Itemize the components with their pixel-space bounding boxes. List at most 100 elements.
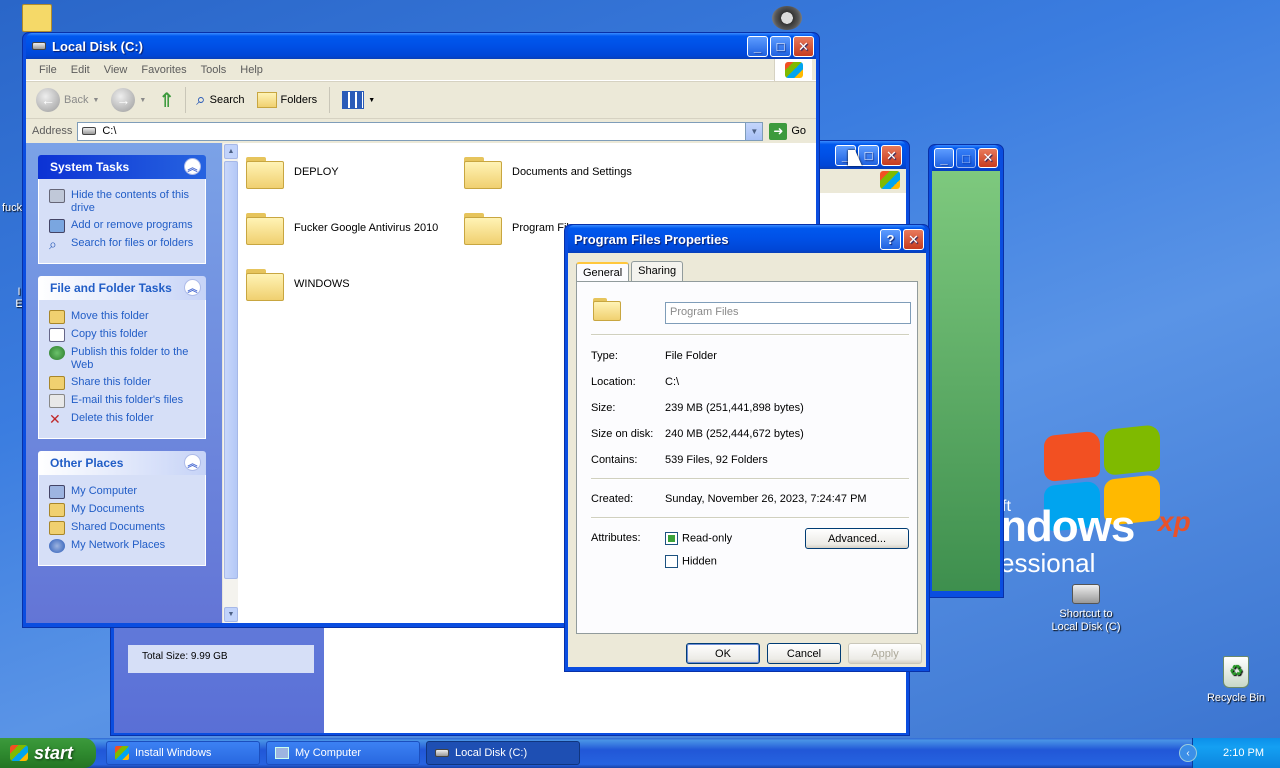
task-label: Hide the contents of this drive xyxy=(71,189,190,214)
desktop-icon-raccoon[interactable] xyxy=(772,6,802,30)
properties-titlebar[interactable]: Program Files Properties ? ✕ xyxy=(568,225,926,253)
menu-help[interactable]: Help xyxy=(233,64,270,76)
close-button[interactable]: ✕ xyxy=(903,229,924,250)
clock[interactable]: 2:10 PM xyxy=(1223,747,1264,759)
search-button[interactable]: ⌕ Search xyxy=(192,88,248,112)
task-add-remove-programs[interactable]: Add or remove programs xyxy=(49,219,199,233)
back-label: Back xyxy=(64,94,89,106)
menu-edit[interactable]: Edit xyxy=(64,64,97,76)
windows-logo-icon xyxy=(774,59,812,81)
taskpane-scrollbar[interactable]: ▲ ▼ xyxy=(222,143,238,623)
scroll-up-icon[interactable]: ▲ xyxy=(224,144,238,159)
menu-tools[interactable]: Tools xyxy=(194,64,234,76)
address-bar: Address C:\ ▼ ➜ Go xyxy=(26,119,816,143)
background-window-install-windows[interactable]: _ □ ✕ xyxy=(928,144,1004,598)
task-publish-web[interactable]: Publish this folder to the Web xyxy=(49,346,199,372)
address-input[interactable]: C:\ ▼ xyxy=(77,121,764,141)
tab-general[interactable]: General xyxy=(576,262,630,282)
place-label: My Computer xyxy=(71,485,138,497)
task-email-files[interactable]: E-mail this folder's files xyxy=(49,394,199,408)
desktop-icon-partial[interactable] xyxy=(22,4,52,32)
menu-favorites[interactable]: Favorites xyxy=(134,64,193,76)
back-button[interactable]: ← Back ▼ xyxy=(32,86,103,114)
ok-button[interactable]: OK xyxy=(686,643,760,664)
task-hide-contents[interactable]: Hide the contents of this drive xyxy=(49,189,199,215)
maximize-button[interactable]: □ xyxy=(770,36,791,57)
close-button[interactable]: ✕ xyxy=(793,36,814,57)
windows-flag-icon xyxy=(10,745,28,761)
hidden-checkbox[interactable]: Hidden xyxy=(665,555,717,568)
start-label: start xyxy=(34,742,74,763)
menubar: File Edit View Favorites Tools Help xyxy=(26,59,816,81)
folder-icon xyxy=(464,211,502,245)
explorer-titlebar[interactable]: Local Disk (C:) _ □ ✕ xyxy=(26,33,816,59)
folder-label: Documents and Settings xyxy=(512,166,632,178)
close-button[interactable]: ✕ xyxy=(978,148,998,168)
desktop-icon-local-disk-shortcut[interactable]: Shortcut to Local Disk (C) xyxy=(1046,584,1126,634)
task-delete-folder[interactable]: ✕ Delete this folder xyxy=(49,412,199,426)
minimize-button[interactable]: _ xyxy=(747,36,768,57)
folder-label: Program Fil xyxy=(512,222,569,234)
folder-name-input[interactable]: Program Files xyxy=(665,302,911,324)
task-move-folder[interactable]: Move this folder xyxy=(49,310,199,324)
folder-item[interactable]: DEPLOY xyxy=(246,155,339,189)
menu-view[interactable]: View xyxy=(97,64,135,76)
views-button[interactable]: ▼ xyxy=(338,89,379,111)
task-search-files[interactable]: ⌕ Search for files or folders xyxy=(49,237,199,251)
help-button[interactable]: ? xyxy=(880,229,901,250)
wallpaper-logo: ft ndows xp essional xyxy=(1000,420,1260,600)
readonly-checkbox[interactable]: Read-only xyxy=(665,532,732,545)
go-label: Go xyxy=(791,125,807,137)
properties-dialog[interactable]: Program Files Properties ? ✕ General Sha… xyxy=(564,224,930,672)
collapse-chevron-icon[interactable]: ︽ xyxy=(184,158,201,175)
close-button[interactable]: ✕ xyxy=(881,145,902,166)
dialog-tabs: General Sharing xyxy=(568,253,926,282)
general-pane: Program Files Type: File Folder Location… xyxy=(576,281,918,634)
menu-file[interactable]: File xyxy=(32,64,64,76)
folders-button[interactable]: Folders xyxy=(253,90,322,110)
up-folder-button[interactable]: ⇑ xyxy=(154,86,179,115)
apply-button[interactable]: Apply xyxy=(848,643,922,664)
folder-item[interactable]: WINDOWS xyxy=(246,267,350,301)
start-button[interactable]: start xyxy=(0,738,96,768)
folder-item[interactable]: Documents and Settings xyxy=(464,155,632,189)
forward-button[interactable]: → ▼ xyxy=(107,86,150,114)
task-local-disk[interactable]: Local Disk (C:) xyxy=(426,741,580,765)
place-my-computer[interactable]: My Computer xyxy=(49,485,199,499)
collapse-chevron-icon[interactable]: ︽ xyxy=(184,454,201,471)
place-shared-documents[interactable]: Shared Documents xyxy=(49,521,199,535)
other-places-title: Other Places xyxy=(50,456,124,470)
go-button[interactable]: ➜ Go xyxy=(769,122,807,140)
task-install-windows[interactable]: Install Windows xyxy=(106,741,260,765)
system-tray: ‹ 2:10 PM xyxy=(1179,738,1280,768)
task-label: E-mail this folder's files xyxy=(71,394,184,406)
address-dropdown-icon[interactable]: ▼ xyxy=(745,122,763,140)
desktop-icon-recycle-bin[interactable]: ♻ Recycle Bin xyxy=(1200,656,1272,704)
folder-item[interactable]: Program Fil xyxy=(464,211,569,245)
scroll-down-icon[interactable]: ▼ xyxy=(224,607,238,622)
tray-expand-icon[interactable]: ‹ xyxy=(1179,744,1197,762)
place-my-documents[interactable]: My Documents xyxy=(49,503,199,517)
advanced-button[interactable]: Advanced... xyxy=(805,528,909,549)
shared-documents-icon xyxy=(49,521,65,535)
address-value: C:\ xyxy=(102,125,117,137)
task-share-folder[interactable]: Share this folder xyxy=(49,376,199,390)
task-my-computer[interactable]: My Computer xyxy=(266,741,420,765)
minimize-button[interactable]: _ xyxy=(934,148,954,168)
dialog-buttons: OK Cancel Apply xyxy=(568,634,926,678)
logo-main-text: ndows xyxy=(1000,502,1135,551)
file-tasks-list: Move this folder Copy this folder Publis… xyxy=(38,300,206,439)
collapse-chevron-icon[interactable]: ︽ xyxy=(184,279,201,296)
place-my-network[interactable]: My Network Places xyxy=(49,539,199,553)
toolbar-separator xyxy=(329,87,331,113)
system-tasks-header[interactable]: System Tasks ︽ xyxy=(38,155,206,179)
task-copy-folder[interactable]: Copy this folder xyxy=(49,328,199,342)
cancel-button[interactable]: Cancel xyxy=(767,643,841,664)
tab-sharing[interactable]: Sharing xyxy=(631,261,684,281)
file-folder-tasks-header[interactable]: File and Folder Tasks ︽ xyxy=(38,276,206,300)
other-places-header[interactable]: Other Places ︽ xyxy=(38,451,206,475)
scroll-thumb[interactable] xyxy=(224,161,238,579)
folder-item[interactable]: Fucker Google Antivirus 2010 xyxy=(246,211,438,245)
maximize-button[interactable]: □ xyxy=(956,148,976,168)
window-title: Local Disk (C:) xyxy=(52,38,144,54)
